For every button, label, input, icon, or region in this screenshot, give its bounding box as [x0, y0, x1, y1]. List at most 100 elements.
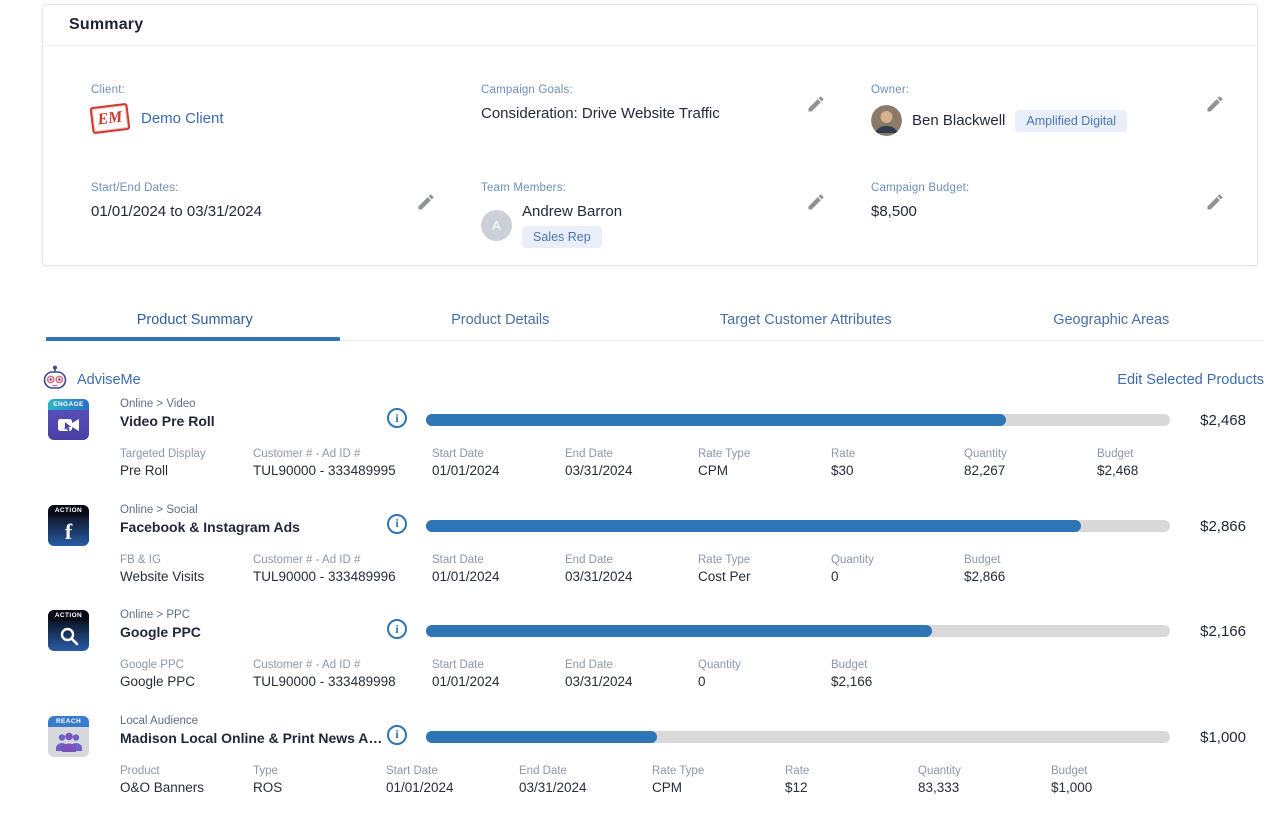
tab-target-customer-attributes[interactable]: Target Customer Attributes: [653, 300, 959, 340]
product-tabs: Product SummaryProduct DetailsTarget Cus…: [42, 300, 1264, 341]
detail-label: Budget: [964, 554, 1097, 566]
owner-label: Owner:: [871, 84, 1205, 96]
detail-field: Quantity0: [698, 659, 831, 689]
detail-field: Start Date 01/01/2024: [432, 448, 565, 478]
detail-label: Customer # - Ad ID #: [253, 659, 432, 671]
advise-me-button[interactable]: AdviseMe: [42, 365, 141, 396]
product-tile-facebook-icon: ACTIONf: [48, 505, 89, 546]
detail-value: Website Visits: [120, 569, 253, 584]
campaign-goals-value: Consideration: Drive Website Traffic: [481, 105, 806, 122]
detail-field: Rate Type CPM: [698, 448, 831, 478]
detail-value: CPM: [698, 463, 831, 478]
detail-label: Start Date: [432, 554, 565, 566]
advise-me-robot-icon: [42, 365, 68, 396]
detail-field: Customer # - Ad ID #TUL90000 - 333489995: [253, 448, 432, 478]
detail-label: Product: [120, 765, 253, 777]
info-icon[interactable]: i: [387, 408, 407, 428]
detail-field: Quantity83,333: [918, 765, 1051, 795]
detail-value: 01/01/2024: [432, 463, 565, 478]
detail-field: Start Date01/01/2024: [432, 659, 565, 689]
tab-geographic-areas[interactable]: Geographic Areas: [959, 300, 1265, 340]
detail-label: Quantity: [964, 448, 1097, 460]
edit-campaign-budget-pencil-icon[interactable]: [1205, 192, 1225, 212]
detail-label: Rate Type: [652, 765, 785, 777]
detail-label: Type: [253, 765, 386, 777]
detail-label: Rate Type: [698, 554, 831, 566]
detail-field: End Date03/31/2024: [565, 448, 698, 478]
detail-field: Start Date01/01/2024: [386, 765, 519, 795]
product-row: ACTIONOnline > PPCGoogle PPCi$2,166Googl…: [42, 607, 1264, 713]
detail-value: 03/31/2024: [519, 780, 652, 795]
team-member-avatar: A: [481, 210, 512, 241]
detail-label: Targeted Display: [120, 448, 253, 460]
detail-field: Customer # - Ad ID #TUL90000 - 333489996: [253, 554, 432, 584]
detail-field: End Date03/31/2024: [565, 554, 698, 584]
detail-value: Google PPC: [120, 674, 253, 689]
detail-label: Google PPC: [120, 659, 253, 671]
edit-campaign-goals-pencil-icon[interactable]: [806, 94, 826, 114]
product-name: Madison Local Online & Print News Aud…: [120, 730, 384, 746]
campaign-goals-cell: Campaign Goals: Consideration: Drive Web…: [481, 84, 826, 136]
dates-cell: Start/End Dates: 01/01/2024 to 03/31/202…: [91, 182, 436, 248]
product-row: ACTIONfOnline > SocialFacebook & Instagr…: [42, 502, 1264, 608]
detail-value: TUL90000 - 333489995: [253, 463, 432, 478]
budget-progress-bar: [426, 625, 1170, 637]
product-details: Targeted DisplayPre RollCustomer # - Ad …: [120, 448, 1230, 478]
detail-value: 01/01/2024: [432, 569, 565, 584]
edit-dates-pencil-icon[interactable]: [416, 192, 436, 212]
detail-label: Start Date: [432, 448, 565, 460]
detail-value: 0: [698, 674, 831, 689]
team-members-label: Team Members:: [481, 182, 806, 194]
tab-product-summary[interactable]: Product Summary: [42, 300, 348, 340]
detail-value: TUL90000 - 333489998: [253, 674, 432, 689]
edit-selected-products-link[interactable]: Edit Selected Products: [1117, 372, 1264, 388]
dates-label: Start/End Dates:: [91, 182, 416, 194]
detail-field: End Date 03/31/2024: [519, 765, 652, 795]
info-icon[interactable]: i: [387, 725, 407, 745]
info-icon[interactable]: i: [387, 514, 407, 534]
detail-value: 03/31/2024: [565, 674, 698, 689]
detail-label: FB & IG: [120, 554, 253, 566]
detail-label: End Date: [519, 765, 652, 777]
edit-owner-pencil-icon[interactable]: [1205, 94, 1225, 114]
detail-field: Budget$2,866: [964, 554, 1097, 584]
campaign-budget-cell: Campaign Budget: $8,500: [871, 182, 1225, 248]
tab-product-details[interactable]: Product Details: [348, 300, 654, 340]
info-icon[interactable]: i: [387, 619, 407, 639]
product-details: FB & IG Website VisitsCustomer # - Ad ID …: [120, 554, 1097, 584]
detail-field: End Date03/31/2024: [565, 659, 698, 689]
team-member-role-badge: Sales Rep: [522, 226, 602, 248]
detail-value: $2,166: [831, 674, 964, 689]
detail-value: 03/31/2024: [565, 463, 698, 478]
client-cell: Client: EM Demo Client: [91, 84, 436, 136]
detail-field: Google PPC Google PPC: [120, 659, 253, 689]
campaign-budget-label: Campaign Budget:: [871, 182, 1205, 194]
detail-label: Budget: [831, 659, 964, 671]
tile-banner-label: ACTION: [48, 610, 89, 621]
detail-label: Quantity: [831, 554, 964, 566]
detail-field: Rate TypeCost Per: [698, 554, 831, 584]
summary-card: Summary Client: EM Demo Client Campaign …: [42, 4, 1258, 266]
tile-banner-label: ENGAGE: [48, 399, 89, 410]
edit-team-members-pencil-icon[interactable]: [806, 192, 826, 212]
video-camera-icon: [48, 410, 89, 440]
advise-me-label: AdviseMe: [77, 372, 141, 388]
team-members-cell: Team Members: A Andrew Barron Sales Rep: [481, 182, 826, 248]
tile-banner-label: ACTION: [48, 505, 89, 516]
client-name[interactable]: Demo Client: [141, 110, 224, 127]
owner-cell: Owner: Ben Blackwell Amplified Digital: [871, 84, 1225, 136]
product-details: Google PPC Google PPCCustomer # - Ad ID #…: [120, 659, 964, 689]
detail-value: $2,468: [1097, 463, 1230, 478]
product-details: ProductO&O BannersTypeROSStart Date01/01…: [120, 765, 1184, 795]
product-category: Online > PPC: [120, 609, 190, 621]
product-name: Google PPC: [120, 624, 201, 640]
detail-value: 82,267: [964, 463, 1097, 478]
detail-field: Budget$1,000: [1051, 765, 1184, 795]
product-list: ENGAGEOnline > VideoVideo Pre Rolli$2,46…: [42, 396, 1264, 818]
product-amount: $2,866: [1200, 518, 1246, 535]
detail-value: ROS: [253, 780, 386, 795]
detail-label: Start Date: [386, 765, 519, 777]
detail-label: Rate Type: [698, 448, 831, 460]
detail-field: Rate TypeCPM: [652, 765, 785, 795]
detail-value: TUL90000 - 333489996: [253, 569, 432, 584]
